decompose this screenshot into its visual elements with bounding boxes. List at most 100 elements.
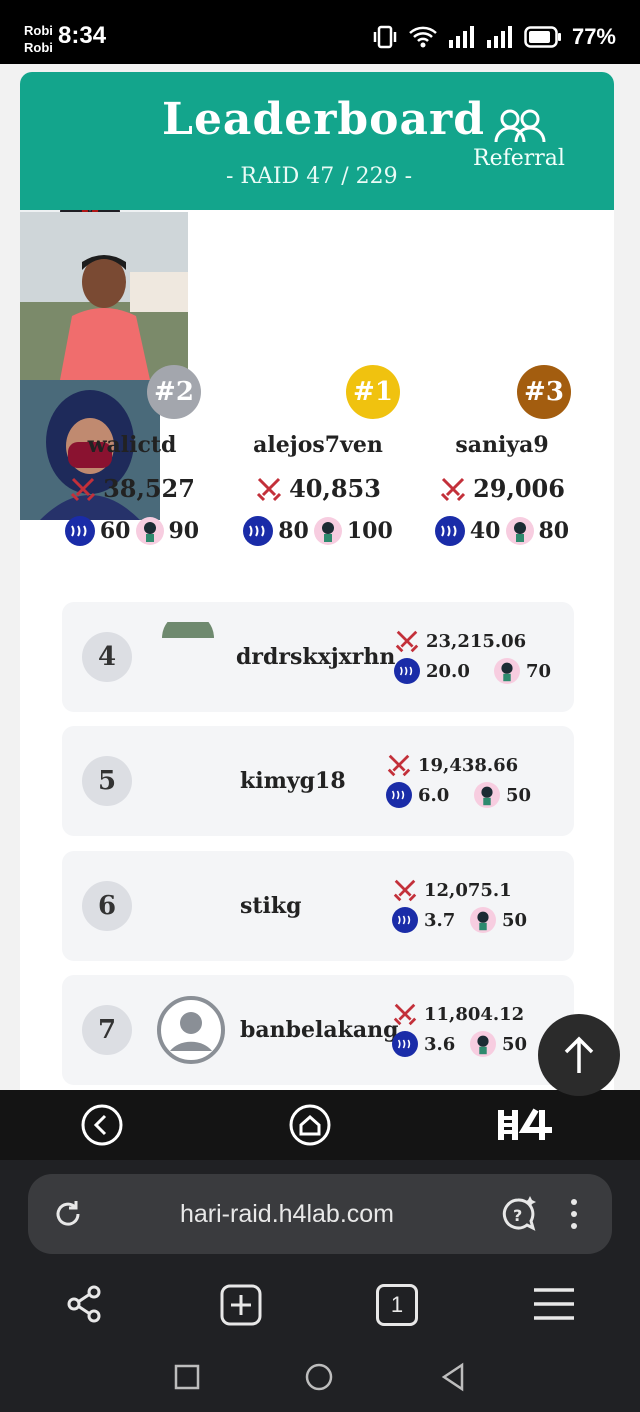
clock: 8:34 bbox=[58, 22, 107, 49]
score-value: 12,075.1 bbox=[424, 879, 512, 901]
row-rewards: 20.0 70 bbox=[394, 656, 551, 686]
row-score: 23,215.06 bbox=[394, 626, 551, 656]
referral-link[interactable]: Referral bbox=[473, 146, 565, 171]
character-value: 50 bbox=[506, 784, 532, 806]
podium-name-third: saniya9 bbox=[455, 432, 549, 458]
rank-badge-first: #1 bbox=[346, 365, 400, 419]
avatar-first bbox=[20, 212, 188, 380]
rank-badge-second: #2 bbox=[147, 365, 201, 419]
score-value: 11,804.12 bbox=[424, 1003, 525, 1025]
carrier-1: Robi bbox=[24, 23, 53, 38]
character-value: 50 bbox=[502, 1033, 528, 1055]
steem-icon bbox=[64, 516, 95, 546]
address-bar[interactable]: hari-raid.h4lab.com ? bbox=[28, 1174, 612, 1254]
character-value: 50 bbox=[502, 909, 528, 931]
referral-icon[interactable] bbox=[493, 108, 547, 144]
character-icon bbox=[313, 517, 342, 545]
leaderboard-row[interactable]: 4 drdrskxjxrhn 23,215.06 20.0 70 bbox=[62, 602, 574, 712]
avatar bbox=[162, 622, 214, 638]
steem-icon bbox=[392, 907, 418, 933]
swords-icon bbox=[441, 477, 466, 501]
android-back-icon[interactable] bbox=[440, 1362, 466, 1392]
swords-icon bbox=[71, 477, 96, 501]
score-value: 23,215.06 bbox=[426, 630, 527, 652]
url-text[interactable]: hari-raid.h4lab.com bbox=[180, 1200, 394, 1229]
row-username: kimyg18 bbox=[240, 768, 346, 794]
row-rewards: 6.0 50 bbox=[386, 780, 531, 810]
row-rewards: 3.7 50 bbox=[392, 905, 527, 935]
character-icon bbox=[470, 1031, 496, 1057]
score-value: 40,853 bbox=[289, 474, 381, 503]
wifi-icon bbox=[409, 26, 437, 48]
leaderboard-row[interactable]: 6 stikg 12,075.1 3.7 50 bbox=[62, 851, 574, 961]
leaderboard-header: Leaderboard - RAID 47 / 229 - Referral bbox=[20, 72, 614, 210]
swords-icon bbox=[257, 477, 282, 501]
steem-icon bbox=[243, 516, 274, 546]
steem-value: 3.7 bbox=[424, 909, 456, 931]
h4-logo[interactable] bbox=[496, 1108, 554, 1142]
character-icon bbox=[494, 658, 520, 684]
leaderboard-card: Leaderboard - RAID 47 / 229 - Referral #… bbox=[20, 72, 614, 1090]
home-icon[interactable] bbox=[288, 1103, 332, 1147]
podium-rewards-third: 40 80 bbox=[402, 516, 602, 546]
row-rewards: 3.6 50 bbox=[392, 1029, 527, 1059]
swords-icon bbox=[393, 879, 417, 902]
raid-subtitle: - RAID 47 / 229 - bbox=[226, 164, 413, 189]
podium-score-first: 40,853 bbox=[228, 474, 408, 503]
score-value: 29,006 bbox=[473, 474, 565, 503]
browser-bottom-bar: hari-raid.h4lab.com ? 1 bbox=[0, 1160, 640, 1412]
signal-icon-2 bbox=[486, 26, 512, 48]
rank-number: 5 bbox=[82, 756, 132, 806]
more-icon[interactable] bbox=[568, 1196, 580, 1232]
back-icon[interactable] bbox=[80, 1103, 124, 1147]
steem-icon bbox=[386, 782, 412, 808]
podium-score-third: 29,006 bbox=[412, 474, 592, 503]
swords-icon bbox=[387, 754, 411, 777]
carrier-labels: Robi Robi bbox=[24, 22, 53, 56]
new-tab-icon[interactable] bbox=[220, 1284, 262, 1326]
podium-name-second: walictd bbox=[87, 432, 177, 458]
character-value: 70 bbox=[526, 660, 552, 682]
score-value: 19,438.66 bbox=[418, 754, 519, 776]
rank-number: 7 bbox=[82, 1005, 132, 1055]
battery-icon bbox=[524, 26, 561, 48]
steem-value: 60 bbox=[99, 518, 131, 544]
character-value: 100 bbox=[346, 518, 393, 544]
reload-icon[interactable] bbox=[52, 1198, 84, 1230]
steem-value: 40 bbox=[469, 518, 501, 544]
rank-number: 4 bbox=[82, 632, 132, 682]
character-value: 80 bbox=[538, 518, 570, 544]
row-username: banbelakang bbox=[240, 1017, 399, 1043]
rank-badge-third: #3 bbox=[517, 365, 571, 419]
leaderboard-row[interactable]: 7 banbelakang 11,804.12 3.6 50 bbox=[62, 975, 574, 1085]
podium-rewards-second: 60 90 bbox=[32, 516, 232, 546]
web-page: Leaderboard - RAID 47 / 229 - Referral #… bbox=[0, 64, 640, 1090]
battery-percent: 77% bbox=[571, 24, 616, 49]
assistant-icon[interactable]: ? bbox=[498, 1194, 538, 1234]
row-username: stikg bbox=[240, 893, 302, 919]
tabs-button[interactable]: 1 bbox=[376, 1284, 418, 1326]
status-bar: Robi Robi 8:34 77% bbox=[0, 0, 640, 64]
score-value: 38,527 bbox=[103, 474, 195, 503]
steem-icon bbox=[394, 658, 420, 684]
swords-icon bbox=[395, 630, 419, 653]
tab-count: 1 bbox=[390, 1292, 404, 1317]
signal-icon-1 bbox=[448, 26, 474, 48]
share-icon[interactable] bbox=[64, 1284, 104, 1324]
recents-icon[interactable] bbox=[174, 1364, 200, 1390]
podium-first[interactable]: #1 alejos7ven 40,853 80 100 bbox=[20, 212, 614, 546]
steem-value: 3.6 bbox=[424, 1033, 456, 1055]
arrow-up-icon bbox=[564, 1036, 594, 1073]
row-stats: 12,075.1 3.7 50 bbox=[392, 875, 527, 935]
podium-score-second: 38,527 bbox=[42, 474, 222, 503]
row-score: 19,438.66 bbox=[386, 750, 531, 780]
leaderboard-row[interactable]: 5 kimyg18 19,438.66 6.0 50 bbox=[62, 726, 574, 836]
steem-value: 6.0 bbox=[418, 784, 450, 806]
row-score: 11,804.12 bbox=[392, 999, 527, 1029]
android-home-icon[interactable] bbox=[305, 1363, 333, 1391]
scroll-top-button[interactable] bbox=[538, 1014, 620, 1096]
rank-number: 6 bbox=[82, 881, 132, 931]
podium-rewards-first: 80 100 bbox=[218, 516, 418, 546]
menu-icon[interactable] bbox=[532, 1286, 576, 1322]
steem-icon bbox=[434, 516, 465, 546]
